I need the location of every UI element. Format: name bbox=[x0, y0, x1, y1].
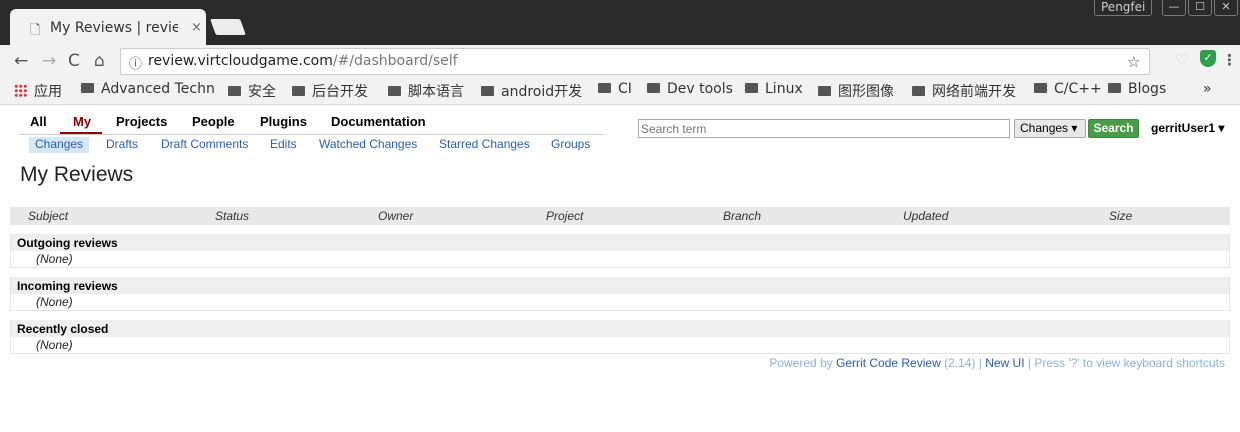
folder-icon bbox=[481, 86, 494, 96]
folder-icon bbox=[1108, 83, 1121, 93]
folder-icon bbox=[81, 83, 94, 93]
submenu-drafts[interactable]: Drafts bbox=[100, 137, 144, 153]
bookmark-folder[interactable]: 网络前端开发 bbox=[912, 81, 1016, 101]
folder-icon bbox=[598, 83, 611, 93]
menu-plugins[interactable]: Plugins bbox=[260, 114, 307, 129]
column-status: Status bbox=[215, 209, 250, 223]
profile-name[interactable]: Pengfei bbox=[1094, 0, 1153, 16]
changes-table: Subject Status Owner Project Branch Upda… bbox=[10, 207, 1230, 354]
bookmarks-bar: 应用 Advanced Techn 安全 后台开发 脚本语言 android开发… bbox=[0, 78, 1240, 105]
section-incoming-reviews: Incoming reviews bbox=[10, 277, 1230, 294]
page-title: My Reviews bbox=[20, 163, 134, 186]
column-updated: Updated bbox=[903, 209, 949, 223]
extension-icon[interactable]: ♡ bbox=[1175, 51, 1188, 69]
bookmark-folder[interactable]: 安全 bbox=[228, 81, 276, 101]
footer-shortcuts-hint: | Press '?' to view keyboard shortcuts bbox=[1024, 356, 1225, 370]
menu-documentation[interactable]: Documentation bbox=[331, 114, 426, 129]
folder-icon bbox=[912, 86, 925, 96]
section-title: Incoming reviews bbox=[17, 279, 118, 293]
forward-icon[interactable]: → bbox=[42, 51, 56, 71]
folder-icon bbox=[1034, 83, 1047, 93]
section-title: Outgoing reviews bbox=[17, 236, 118, 250]
page-footer: Powered by Gerrit Code Review (2.14) | N… bbox=[769, 356, 1225, 370]
tab-title: My Reviews | review.virtcloudgame.com bbox=[50, 20, 178, 36]
bookmark-folder[interactable]: android开发 bbox=[481, 81, 582, 101]
bookmark-folder[interactable]: CI bbox=[598, 81, 632, 97]
minimize-button[interactable]: — bbox=[1162, 0, 1186, 16]
column-size: Size bbox=[1109, 209, 1133, 223]
browser-menu-icon[interactable]: ⋮ bbox=[1222, 51, 1237, 69]
table-row: (None) bbox=[10, 337, 1230, 354]
submenu-watched-changes[interactable]: Watched Changes bbox=[313, 137, 423, 153]
new-tab-button[interactable] bbox=[210, 19, 246, 35]
section-outgoing-reviews: Outgoing reviews bbox=[10, 234, 1230, 251]
menu-all[interactable]: All bbox=[30, 114, 47, 129]
url-host: review.virtcloudgame.com bbox=[148, 53, 333, 69]
column-subject: Subject bbox=[28, 209, 69, 223]
bookmark-folder[interactable]: 后台开发 bbox=[292, 81, 368, 101]
empty-state: (None) bbox=[36, 295, 73, 309]
table-row: (None) bbox=[10, 294, 1230, 311]
bookmark-folder[interactable]: Advanced Techn bbox=[81, 81, 215, 97]
footer-powered-by: Powered by bbox=[769, 356, 837, 370]
url-text: review.virtcloudgame.com/#/dashboard/sel… bbox=[148, 53, 458, 69]
bookmark-folder[interactable]: 脚本语言 bbox=[388, 81, 464, 101]
folder-icon bbox=[228, 86, 241, 96]
gerrit-link[interactable]: Gerrit Code Review bbox=[836, 356, 941, 370]
table-header: Subject Status Owner Project Branch Upda… bbox=[10, 207, 1230, 225]
close-window-button[interactable]: ✕ bbox=[1214, 0, 1238, 16]
folder-icon bbox=[647, 83, 660, 93]
column-branch: Branch bbox=[723, 209, 762, 223]
submenu-starred-changes[interactable]: Starred Changes bbox=[433, 137, 536, 153]
menu-divider bbox=[18, 134, 604, 135]
info-icon[interactable]: ⓘ bbox=[129, 53, 142, 72]
address-bar[interactable]: ⓘ review.virtcloudgame.com/#/dashboard/s… bbox=[120, 48, 1150, 75]
bookmark-star-icon[interactable]: ☆ bbox=[1127, 53, 1140, 71]
tab-close-icon[interactable]: × bbox=[191, 20, 202, 35]
submenu-draft-comments[interactable]: Draft Comments bbox=[155, 137, 254, 153]
page-icon: 🗋 bbox=[30, 23, 41, 38]
bookmark-folder[interactable]: Dev tools bbox=[647, 81, 733, 97]
shield-extension-icon[interactable]: ✓ bbox=[1200, 50, 1216, 67]
column-project: Project bbox=[546, 209, 584, 223]
empty-state: (None) bbox=[36, 338, 73, 352]
folder-icon bbox=[745, 83, 758, 93]
folder-icon bbox=[388, 86, 401, 96]
bookmarks-overflow-button[interactable]: » bbox=[1203, 81, 1212, 97]
submenu-groups[interactable]: Groups bbox=[545, 137, 596, 153]
menu-my[interactable]: My bbox=[73, 114, 91, 129]
browser-tab[interactable]: 🗋 My Reviews | review.virtcloudgame.com … bbox=[10, 9, 206, 45]
home-icon[interactable]: ⌂ bbox=[94, 51, 105, 71]
bookmark-folder[interactable]: Linux bbox=[745, 81, 803, 97]
bookmark-folder[interactable]: C/C++ bbox=[1034, 81, 1102, 97]
url-path: /#/dashboard/self bbox=[332, 53, 458, 69]
submenu-changes[interactable]: Changes bbox=[29, 137, 90, 153]
footer-version: (2.14) | bbox=[940, 356, 986, 370]
user-menu[interactable]: gerritUser1 ▾ bbox=[1151, 121, 1224, 135]
browser-titlebar: 🗋 My Reviews | review.virtcloudgame.com … bbox=[0, 0, 1240, 45]
bookmark-apps[interactable]: 应用 bbox=[14, 81, 62, 101]
search-type-select[interactable]: Changes ▾ bbox=[1014, 119, 1086, 138]
submenu-edits[interactable]: Edits bbox=[264, 137, 303, 153]
reload-icon[interactable]: C bbox=[68, 51, 80, 71]
empty-state: (None) bbox=[36, 252, 73, 266]
maximize-button[interactable]: ☐ bbox=[1188, 0, 1212, 16]
column-owner: Owner bbox=[378, 209, 414, 223]
apps-icon bbox=[14, 84, 27, 97]
menu-people[interactable]: People bbox=[192, 114, 235, 129]
menu-projects[interactable]: Projects bbox=[116, 114, 167, 129]
browser-toolbar: ← → C ⌂ ⓘ review.virtcloudgame.com/#/das… bbox=[0, 45, 1240, 78]
section-recently-closed: Recently closed bbox=[10, 320, 1230, 337]
bookmark-folder[interactable]: 图形图像 bbox=[818, 81, 894, 101]
back-icon[interactable]: ← bbox=[14, 51, 28, 71]
folder-icon bbox=[818, 86, 831, 96]
search-input[interactable] bbox=[638, 119, 1010, 138]
search-button[interactable]: Search bbox=[1088, 119, 1139, 138]
folder-icon bbox=[292, 86, 305, 96]
section-title: Recently closed bbox=[17, 322, 109, 336]
table-row: (None) bbox=[10, 251, 1230, 268]
bookmark-folder[interactable]: Blogs bbox=[1108, 81, 1166, 97]
new-ui-link[interactable]: New UI bbox=[985, 356, 1024, 370]
